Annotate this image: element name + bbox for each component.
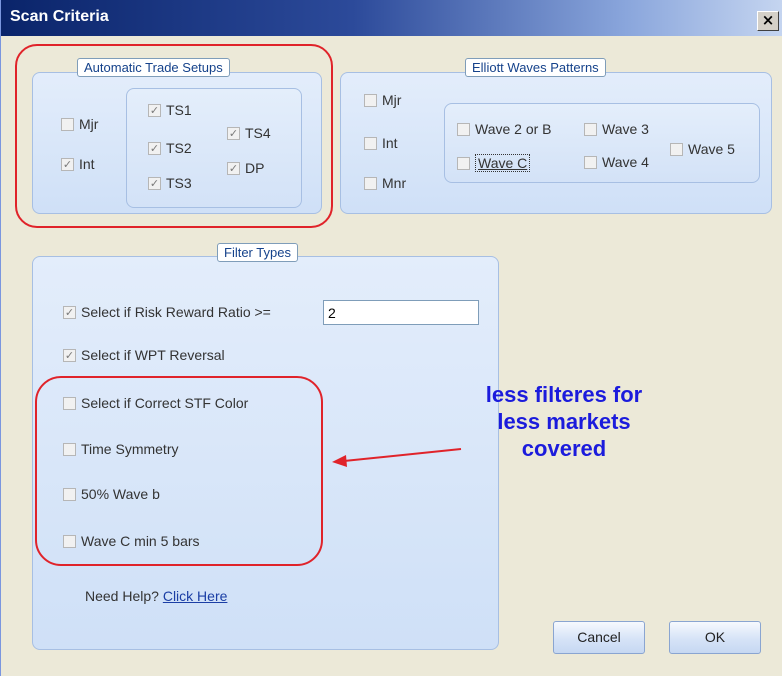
check-icon[interactable] — [63, 305, 76, 319]
checkbox-box[interactable] — [670, 142, 683, 156]
annotation-line: covered — [521, 436, 607, 461]
checkbox-label: Wave 3 — [602, 121, 649, 137]
checkbox-box[interactable] — [584, 122, 597, 136]
filters-highlight-oval — [35, 376, 323, 566]
checkbox-label: Wave 5 — [688, 141, 735, 157]
checkbox-box[interactable] — [364, 176, 377, 190]
help-link[interactable]: Click Here — [163, 588, 228, 604]
window-title: Scan Criteria — [10, 8, 109, 25]
checkbox-label: Wave 2 or B — [475, 121, 552, 137]
checkbox-box[interactable] — [364, 136, 377, 150]
elliott-mnr-checkbox[interactable]: Mnr — [364, 175, 406, 191]
help-prefix: Need Help? — [85, 588, 159, 604]
elliott-waves-legend: Elliott Waves Patterns — [465, 58, 606, 77]
checkbox-label: Wave C — [475, 154, 531, 172]
title-bar[interactable]: Scan Criteria × — [1, 0, 782, 36]
filter-types-legend: Filter Types — [217, 243, 298, 262]
elliott-int-checkbox[interactable]: Int — [364, 135, 398, 151]
checkbox-box[interactable] — [584, 155, 597, 169]
wave-2-or-b-checkbox[interactable]: Wave 2 or B — [457, 121, 552, 137]
close-button[interactable]: × — [757, 11, 779, 31]
wave-5-checkbox[interactable]: Wave 5 — [670, 141, 735, 157]
check-icon[interactable] — [63, 348, 76, 362]
wpt-reversal-checkbox[interactable]: Select if WPT Reversal — [63, 347, 225, 363]
wave-c-checkbox[interactable]: Wave C — [457, 154, 531, 172]
checkbox-label: Mjr — [382, 92, 402, 108]
ok-button[interactable]: OK — [669, 621, 761, 654]
elliott-mjr-checkbox[interactable]: Mjr — [364, 92, 401, 108]
checkbox-label: Int — [382, 135, 398, 151]
checkbox-box[interactable] — [364, 93, 377, 107]
trade-setups-highlight-oval — [15, 44, 333, 228]
risk-reward-checkbox[interactable]: Select if Risk Reward Ratio >= — [63, 304, 271, 320]
checkbox-box[interactable] — [457, 122, 470, 136]
scan-criteria-dialog: Scan Criteria × Automatic Trade Setups M… — [0, 0, 782, 676]
checkbox-label: Select if Risk Reward Ratio >= — [81, 304, 271, 320]
annotation-text: less filteres for less markets covered — [453, 381, 675, 462]
checkbox-label: Select if WPT Reversal — [81, 347, 225, 363]
wave-3-checkbox[interactable]: Wave 3 — [584, 121, 649, 137]
annotation-line: less filteres for — [485, 382, 643, 407]
risk-reward-ratio-input[interactable] — [323, 300, 479, 325]
cancel-button[interactable]: Cancel — [553, 621, 645, 654]
wave-4-checkbox[interactable]: Wave 4 — [584, 154, 649, 170]
annotation-line: less markets — [497, 409, 631, 434]
help-text: Need Help? Click Here — [85, 588, 227, 604]
checkbox-label: Mnr — [382, 175, 407, 191]
checkbox-label: Wave 4 — [602, 154, 649, 170]
checkbox-box[interactable] — [457, 156, 470, 170]
